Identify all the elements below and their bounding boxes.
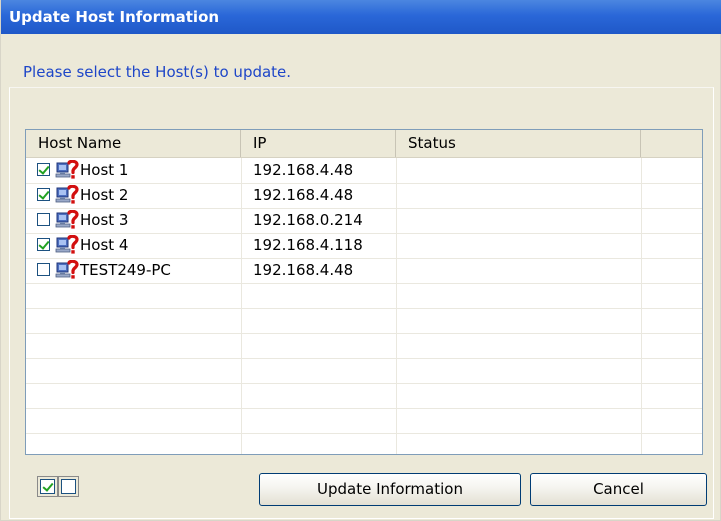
host-ip: 192.168.4.48 xyxy=(253,261,354,279)
host-row[interactable]: Host 1 192.168.4.48 xyxy=(26,158,702,183)
host-ip: 192.168.4.48 xyxy=(253,161,354,179)
window-title: Update Host Information xyxy=(9,8,220,26)
checkbox-empty-icon xyxy=(61,479,76,494)
column-status[interactable]: Status xyxy=(396,130,641,157)
host-unknown-icon xyxy=(55,185,79,204)
host-row[interactable]: Host 3 192.168.0.214 xyxy=(26,208,702,233)
host-cell: Host 2 xyxy=(26,183,241,208)
host-cell: Host 3 xyxy=(26,208,241,233)
host-cell: Host 1 xyxy=(26,158,241,183)
host-checkbox[interactable] xyxy=(37,238,50,251)
host-checkbox[interactable] xyxy=(37,263,50,276)
select-none-button[interactable] xyxy=(58,476,79,497)
column-ip[interactable]: IP xyxy=(241,130,396,157)
column-host-name[interactable]: Host Name xyxy=(26,130,241,157)
cancel-button[interactable]: Cancel xyxy=(530,473,707,506)
grid-line xyxy=(26,333,702,334)
grid-line xyxy=(26,408,702,409)
checkbox-checked-icon xyxy=(40,479,55,494)
update-information-button[interactable]: Update Information xyxy=(259,473,521,506)
host-name: Host 2 xyxy=(80,186,129,204)
host-unknown-icon xyxy=(55,235,79,254)
host-name: TEST249-PC xyxy=(80,261,171,279)
host-name: Host 4 xyxy=(80,236,129,254)
host-cell: Host 4 xyxy=(26,233,241,258)
select-all-button[interactable] xyxy=(37,476,58,497)
grid-line xyxy=(26,358,702,359)
host-ip: 192.168.4.118 xyxy=(253,236,363,254)
host-list[interactable]: Host Name IP Status Host 1 192.168.4.48 Ho… xyxy=(25,129,703,455)
grid-line xyxy=(26,283,702,284)
host-row[interactable]: Host 2 192.168.4.48 xyxy=(26,183,702,208)
host-checkbox[interactable] xyxy=(37,188,50,201)
host-ip: 192.168.4.48 xyxy=(253,186,354,204)
host-ip: 192.168.0.214 xyxy=(253,211,363,229)
host-checkbox[interactable] xyxy=(37,213,50,226)
host-name: Host 1 xyxy=(80,161,129,179)
host-unknown-icon xyxy=(55,160,79,179)
grid-line xyxy=(26,383,702,384)
host-name: Host 3 xyxy=(80,211,129,229)
update-host-dialog: Update Host Information Please select th… xyxy=(0,0,721,521)
host-unknown-icon xyxy=(55,260,79,279)
list-header: Host Name IP Status xyxy=(26,130,702,158)
instruction-text: Please select the Host(s) to update. xyxy=(23,63,292,81)
title-bar: Update Host Information xyxy=(1,0,721,34)
grid-line xyxy=(26,433,702,434)
host-checkbox[interactable] xyxy=(37,163,50,176)
host-unknown-icon xyxy=(55,210,79,229)
grid-line xyxy=(26,308,702,309)
host-row[interactable]: Host 4 192.168.4.118 xyxy=(26,233,702,258)
host-row[interactable]: TEST249-PC 192.168.4.48 xyxy=(26,258,702,283)
host-cell: TEST249-PC xyxy=(26,258,241,283)
column-extra[interactable] xyxy=(641,130,702,157)
